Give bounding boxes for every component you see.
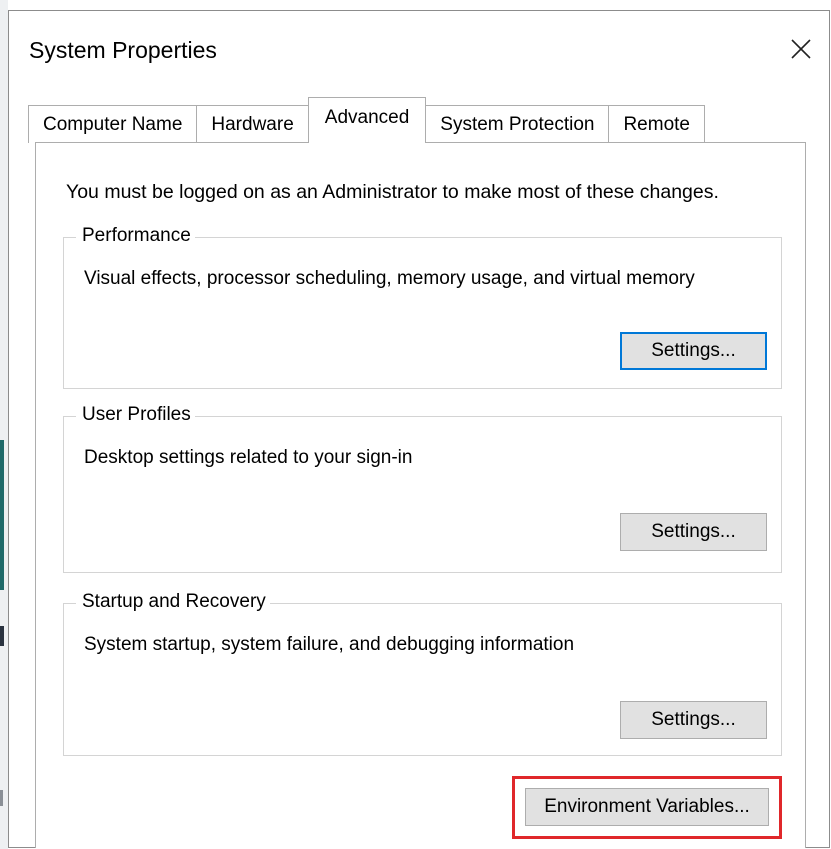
user-profiles-settings-button[interactable]: Settings...: [620, 513, 767, 551]
title-bar[interactable]: System Properties: [9, 11, 829, 87]
user-profiles-group: User Profiles Desktop settings related t…: [63, 404, 782, 573]
tab-advanced[interactable]: Advanced: [307, 97, 427, 145]
startup-recovery-title: Startup and Recovery: [76, 591, 270, 613]
tab-computer-name[interactable]: Computer Name: [28, 105, 198, 143]
tab-remote[interactable]: Remote: [608, 105, 705, 143]
background-window-edge: [0, 0, 8, 849]
system-properties-dialog: System Properties Computer Name Hardware…: [8, 10, 830, 848]
performance-description: Visual effects, processor scheduling, me…: [84, 268, 695, 289]
startup-recovery-group: Startup and Recovery System startup, sys…: [63, 591, 782, 756]
background-window-mark: [0, 626, 4, 646]
window-title: System Properties: [29, 37, 217, 63]
user-profiles-description: Desktop settings related to your sign-in: [84, 447, 413, 468]
close-icon: [791, 39, 811, 59]
advanced-tab-panel: You must be logged on as an Administrato…: [35, 142, 806, 848]
user-profiles-title: User Profiles: [76, 404, 195, 426]
close-button[interactable]: [773, 19, 829, 79]
performance-group: Performance Visual effects, processor sc…: [63, 225, 782, 389]
environment-variables-button[interactable]: Environment Variables...: [525, 788, 769, 826]
startup-recovery-settings-button[interactable]: Settings...: [620, 701, 767, 739]
performance-settings-button[interactable]: Settings...: [620, 332, 767, 370]
performance-title: Performance: [76, 225, 195, 247]
admin-notice: You must be logged on as an Administrato…: [66, 181, 719, 203]
background-window-mark-lower: [0, 790, 3, 806]
startup-recovery-description: System startup, system failure, and debu…: [84, 634, 575, 655]
tab-strip: Computer Name Hardware Advanced System P…: [28, 97, 705, 145]
background-window-accent: [0, 440, 4, 590]
tab-hardware[interactable]: Hardware: [196, 105, 309, 143]
tab-system-protection[interactable]: System Protection: [425, 105, 610, 143]
